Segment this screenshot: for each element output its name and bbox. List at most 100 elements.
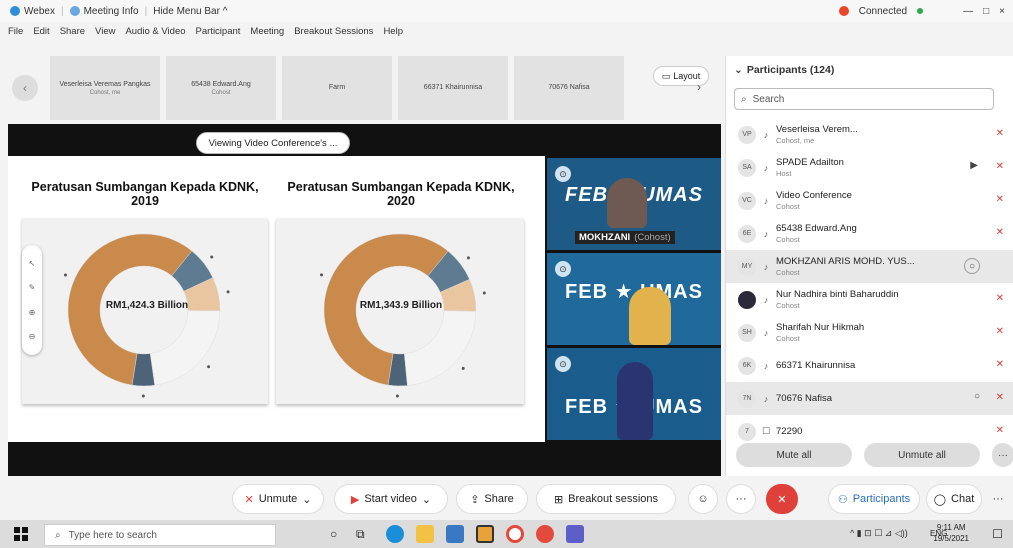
muted-mic-icon[interactable]: ✕	[996, 227, 1004, 238]
muted-mic-icon[interactable]: ✕	[996, 194, 1004, 205]
taskbar-clock[interactable]: 9:11 AM 19/5/2021	[933, 522, 969, 544]
participant-row[interactable]: VC ♪ Video Conference Cohost ✕	[726, 184, 1013, 217]
more-options-icon[interactable]: ○	[974, 391, 980, 402]
pen-icon[interactable]: ✎	[29, 283, 36, 292]
leave-meeting-button[interactable]: ✕	[766, 484, 798, 514]
chrome-icon[interactable]	[506, 525, 524, 543]
avatar: 7	[738, 422, 756, 441]
unmute-all-button[interactable]: Unmute all	[864, 443, 980, 467]
start-video-button[interactable]: ▶ Start video ⌄	[334, 484, 448, 514]
strip-tile[interactable]: 65438 Edward.Ang Cohost	[166, 56, 276, 120]
menu-view[interactable]: View	[95, 26, 115, 37]
breakout-sessions-button[interactable]: ⊞ Breakout sessions	[536, 484, 676, 514]
menu-meeting[interactable]: Meeting	[250, 26, 284, 37]
webex-tab[interactable]: Webex	[10, 6, 55, 17]
pin-icon[interactable]: ⊙	[555, 166, 571, 182]
mic-icon: ♪	[763, 360, 769, 371]
menu-edit[interactable]: Edit	[33, 26, 49, 37]
teams-icon[interactable]	[566, 525, 584, 543]
strip-tile[interactable]: 66371 Khairunnisa	[398, 56, 508, 120]
muted-mic-icon[interactable]: ✕	[996, 392, 1004, 403]
strip-tile[interactable]: 70676 Nafisa	[514, 56, 624, 120]
sticky-notes-icon[interactable]	[476, 525, 494, 543]
file-explorer-icon[interactable]	[416, 525, 434, 543]
share-button[interactable]: ⇪ Share	[456, 484, 528, 514]
strip-tile[interactable]: Veserleisa Veremas Pangkas Cohost, me	[50, 56, 160, 120]
close-window-button[interactable]: ×	[999, 6, 1005, 17]
chat-button[interactable]: ◯ Chat	[926, 484, 982, 514]
tile-role: Cohost	[211, 89, 231, 96]
muted-mic-icon[interactable]: ✕	[996, 128, 1004, 139]
participant-name: SPADE Adailton	[776, 156, 844, 168]
menu-file[interactable]: File	[8, 26, 23, 37]
mute-all-button[interactable]: Mute all	[736, 443, 852, 467]
participants-title: Participants (124)	[746, 64, 835, 76]
taskbar-search-input[interactable]: ⌕ Type here to search	[44, 524, 276, 546]
chart-2-total: RM1,343.9 Billion	[359, 300, 443, 311]
strip-next-button[interactable]: ›	[697, 80, 701, 94]
meeting-info-tab[interactable]: Meeting Info	[69, 6, 139, 17]
avatar: 6E	[738, 224, 756, 243]
webex-taskbar-icon[interactable]	[536, 525, 554, 543]
menu-audio-video[interactable]: Audio & Video	[125, 26, 185, 37]
strip-tile[interactable]: Farm	[282, 56, 392, 120]
participant-row[interactable]: VP ♪ Veserleisa Verem... Cohost, me ✕	[726, 118, 1013, 151]
participant-list: VP ♪ Veserleisa Verem... Cohost, me ✕ SA ♪ SPA…	[726, 118, 1013, 448]
maximize-button[interactable]: □	[983, 6, 989, 17]
breakout-icon: ⊞	[553, 493, 564, 506]
system-tray-icons[interactable]: ^ ▮ ⊡ ☐ ⊿ ◁))	[850, 528, 908, 539]
reactions-button[interactable]: ☺	[688, 484, 718, 514]
more-options-button[interactable]: ···	[726, 484, 756, 514]
menu-help[interactable]: Help	[383, 26, 403, 37]
pin-icon[interactable]: ⊙	[555, 356, 571, 372]
participant-row[interactable]: 7N ♪ 70676 Nafisa ○ ✕	[726, 382, 1013, 415]
muted-mic-icon[interactable]: ✕	[996, 326, 1004, 337]
video-tile-2[interactable]: FEB ★ UMAS ⊙	[547, 253, 721, 345]
notifications-icon[interactable]: ☐	[992, 527, 1003, 541]
participant-search-input[interactable]: ⌕ Search	[734, 88, 994, 110]
participant-row[interactable]: 6K ♪ 66371 Khairunnisa ✕	[726, 349, 1013, 382]
task-view-icon[interactable]: ⧉	[356, 527, 365, 542]
menu-breakout-sessions[interactable]: Breakout Sessions	[294, 26, 373, 37]
pointer-icon[interactable]: ↖	[29, 259, 36, 268]
muted-mic-icon[interactable]: ✕	[996, 425, 1004, 436]
edge-icon[interactable]	[386, 525, 404, 543]
store-icon[interactable]	[446, 525, 464, 543]
cortana-icon[interactable]: ○	[330, 527, 337, 541]
more-options-icon[interactable]: ○	[964, 258, 980, 274]
viewing-indicator[interactable]: Viewing Video Conference's ...	[196, 132, 350, 154]
participant-role: Cohost	[776, 300, 800, 310]
hide-menu-bar-button[interactable]: Hide Menu Bar ^	[153, 6, 227, 17]
participants-header[interactable]: ⌄ Participants (124)	[726, 56, 1013, 84]
minimize-button[interactable]: —	[963, 6, 973, 17]
participant-row[interactable]: 6E ♪ 65438 Edward.Ang Cohost ✕	[726, 217, 1013, 250]
menu-participant[interactable]: Participant	[196, 26, 241, 37]
connected-status[interactable]: Connected	[859, 6, 907, 17]
slice-label-marker	[63, 273, 67, 277]
panel-more-button[interactable]: ···	[986, 484, 1010, 514]
muted-mic-icon[interactable]: ✕	[996, 293, 1004, 304]
participant-row[interactable]: ♪ Nur Nadhira binti Baharuddin Cohost ✕	[726, 283, 1013, 316]
video-tile-1[interactable]: FEB ★ UMAS ⊙ MOKHZANI(Cohost)	[547, 158, 721, 250]
muted-mic-icon[interactable]: ✕	[996, 161, 1004, 172]
participants-footer: Mute all Unmute all ···	[736, 443, 1013, 467]
info-icon	[69, 6, 80, 16]
more-button[interactable]: ···	[992, 443, 1013, 467]
menu-share[interactable]: Share	[60, 26, 85, 37]
webex-icon	[10, 6, 20, 16]
windows-start-icon[interactable]	[14, 527, 28, 541]
strip-prev-button[interactable]: ‹	[12, 75, 38, 101]
chevron-down-icon: ⌄	[734, 64, 743, 76]
muted-mic-icon[interactable]: ✕	[996, 359, 1004, 370]
participant-row[interactable]: SA ♪ SPADE Adailton Host ▶ ✕	[726, 151, 1013, 184]
participant-row[interactable]: SH ♪ Sharifah Nur Hikmah Cohost ✕	[726, 316, 1013, 349]
slice-label-marker	[210, 255, 214, 259]
participants-button[interactable]: ⚇ Participants	[828, 484, 920, 514]
pin-icon[interactable]: ⊙	[555, 261, 571, 277]
participant-row[interactable]: MY ♪ MOKHZANI ARIS MOHD. YUS... Cohost ○	[726, 250, 1013, 283]
participant-name: Sharifah Nur Hikmah	[776, 321, 865, 333]
unmute-button[interactable]: ✕ Unmute ⌄	[232, 484, 324, 514]
zoom-in-icon[interactable]: ⊕	[29, 308, 36, 317]
zoom-out-icon[interactable]: ⊖	[29, 332, 36, 341]
video-tile-3[interactable]: FEB ★ UMAS ⊙	[547, 348, 721, 440]
